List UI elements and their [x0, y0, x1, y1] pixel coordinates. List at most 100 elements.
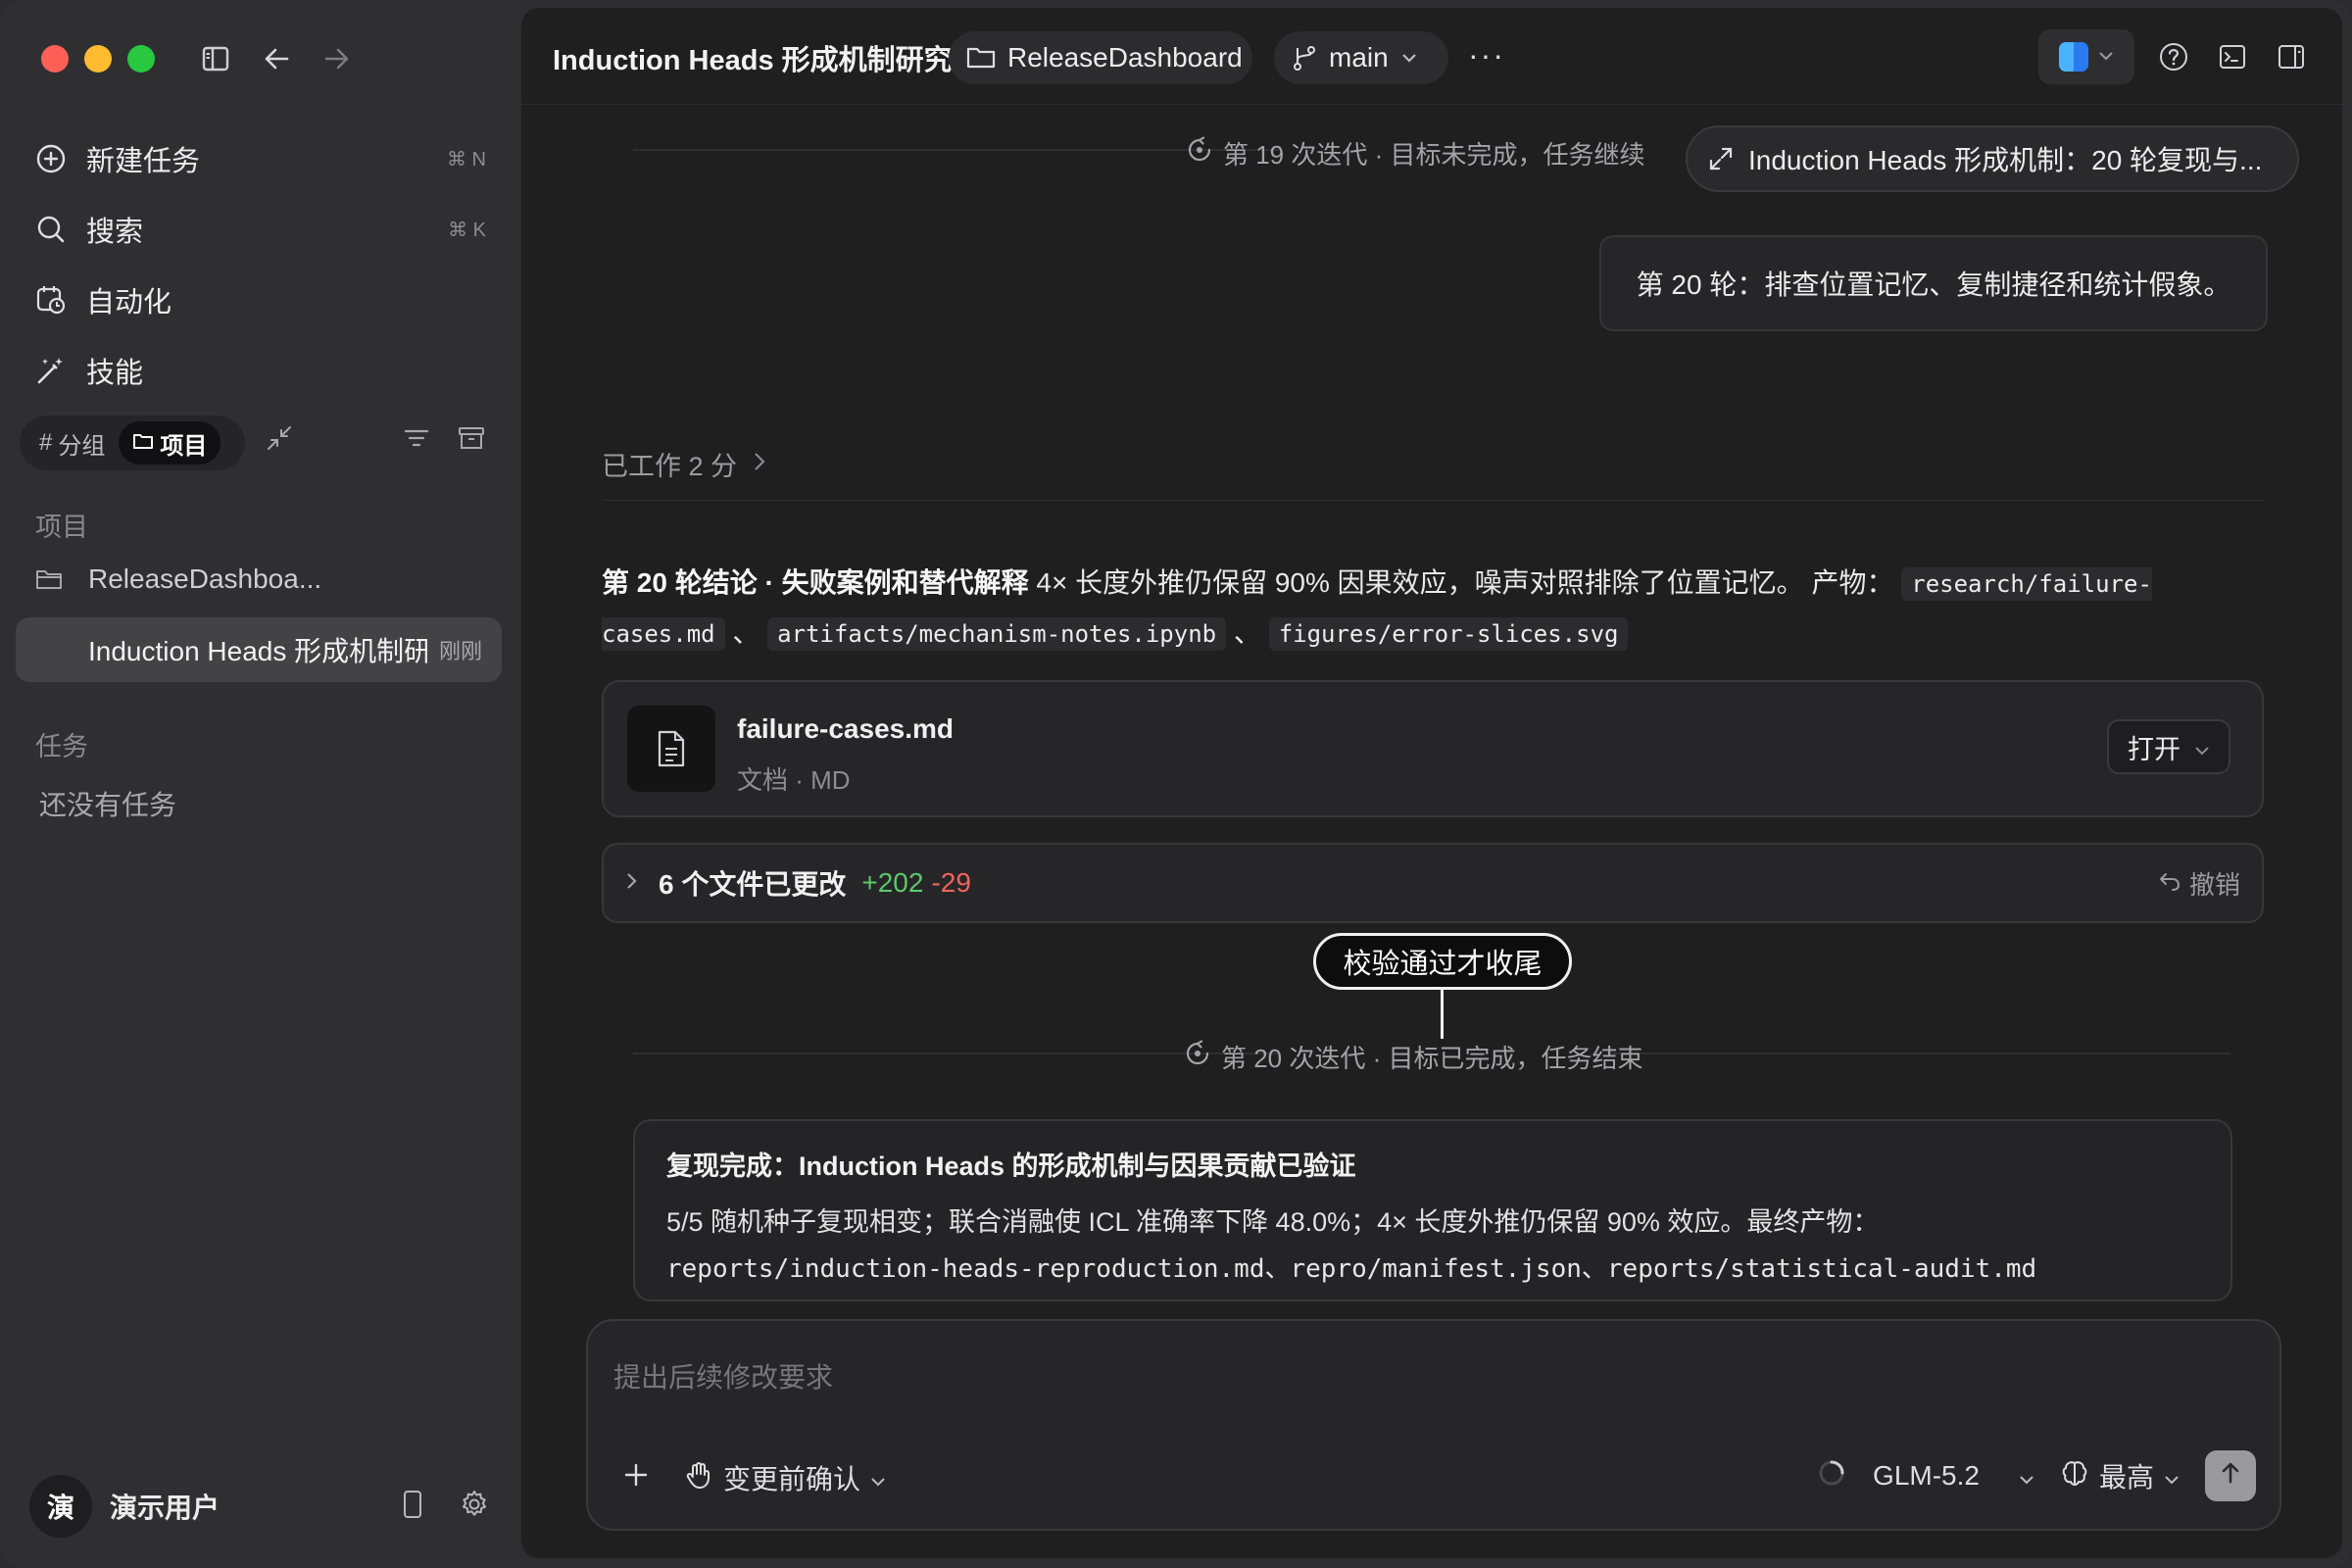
- close-window-button[interactable]: [41, 45, 69, 73]
- folder-name: ReleaseDashboard: [1007, 42, 1243, 73]
- undo-icon: [2158, 868, 2181, 899]
- filter-icon[interactable]: [402, 423, 431, 458]
- chevron-right-icon: [753, 449, 766, 479]
- terminal-icon[interactable]: [2213, 37, 2252, 76]
- search-label: 搜索: [86, 217, 144, 248]
- user-message-text: 第 20 轮：排查位置记忆、复制捷径和统计假象。: [1636, 270, 2231, 300]
- annotation-callout-text: 校验通过才收尾: [1343, 949, 1543, 980]
- toggle-panel-icon[interactable]: [2272, 37, 2311, 76]
- divider: [633, 149, 1280, 151]
- iteration-20-status: 第 20 次迭代 · 目标已完成，任务结束: [1184, 1039, 1642, 1075]
- loading-spinner-icon: [1816, 1457, 1847, 1495]
- loop-icon: [1184, 1040, 1211, 1074]
- artifact-path[interactable]: artifacts/mechanism-notes.ipynb: [767, 617, 1227, 651]
- assistant-conclusion: 第 20 轮结论 · 失败案例和替代解释 4× 长度外推仍保留 90% 因果效应…: [602, 559, 2268, 659]
- chevron-down-icon: [2019, 1460, 2034, 1492]
- automation-label: 自动化: [86, 287, 172, 318]
- main-panel: Induction Heads 形成机制研究 ReleaseDashboard …: [521, 8, 2342, 1558]
- branch-selector[interactable]: main: [1274, 31, 1448, 84]
- sidebar-view-controls: # 分组 项目: [20, 416, 500, 470]
- conclusion-heading: 第 20 轮结论 · 失败案例和替代解释: [602, 567, 1029, 598]
- add-attachment-button[interactable]: [623, 1462, 649, 1494]
- sidebar-item-project-releasedashboard[interactable]: ReleaseDashboa...: [16, 547, 502, 612]
- approval-mode-label: 变更前确认: [723, 1464, 861, 1494]
- gear-icon[interactable]: [459, 1489, 490, 1525]
- separator: 、: [1233, 617, 1261, 648]
- lines-added: +202: [861, 867, 924, 898]
- mobile-device-icon[interactable]: [400, 1489, 425, 1525]
- task-title-pill[interactable]: Induction Heads 形成机制：20 轮复现与...: [1686, 125, 2299, 192]
- file-name: failure-cases.md: [737, 713, 954, 744]
- tasks-section-title: 任务: [35, 732, 88, 761]
- artifact-path[interactable]: figures/error-slices.svg: [1268, 617, 1629, 651]
- composer-input[interactable]: 提出后续修改要求: [613, 1356, 833, 1396]
- lines-removed: -29: [931, 867, 971, 898]
- forward-arrow-icon[interactable]: [318, 39, 357, 78]
- folder-chip[interactable]: ReleaseDashboard: [949, 31, 1252, 84]
- finder-icon: [2059, 42, 2088, 72]
- separator: 、: [732, 617, 760, 648]
- sidebar: 新建任务 ⌘ N 搜索 ⌘ K 自动化 技能 # 分组 项目 项目 Releas…: [0, 0, 519, 1568]
- chevron-down-icon: [1400, 52, 1418, 64]
- toggle-sidebar-icon[interactable]: [196, 39, 235, 78]
- page-title: Induction Heads 形成机制研究: [553, 45, 953, 76]
- task-title-text: Induction Heads 形成机制：20 轮复现与...: [1748, 145, 2263, 175]
- iteration-19-label: 第 19 次迭代 · 目标未完成，任务继续: [1223, 140, 1645, 170]
- file-attachment-card[interactable]: failure-cases.md 文档 · MD 打开: [602, 680, 2264, 817]
- changed-files-label: 6 个文件已更改: [659, 869, 847, 900]
- new-task-button[interactable]: 新建任务 ⌘ N: [18, 123, 502, 194]
- project-view-tab[interactable]: 项目: [119, 421, 221, 465]
- conclusion-text: 4× 长度外推仍保留 90% 因果效应，噪声对照排除了位置记忆。 产物：: [1028, 567, 1894, 598]
- skills-button[interactable]: 技能: [18, 335, 502, 406]
- minimize-window-button[interactable]: [84, 45, 112, 73]
- reasoning-effort-selector[interactable]: 最高: [2060, 1456, 2180, 1495]
- app-window: 新建任务 ⌘ N 搜索 ⌘ K 自动化 技能 # 分组 项目 项目 Releas…: [0, 0, 2352, 1568]
- avatar[interactable]: 演: [29, 1475, 92, 1538]
- send-button[interactable]: [2205, 1450, 2256, 1501]
- file-changes-summary[interactable]: 6 个文件已更改 +202 -29 撤销: [602, 843, 2264, 923]
- approval-mode-selector[interactable]: 变更前确认: [684, 1458, 886, 1497]
- search-icon: [33, 212, 69, 247]
- loop-icon: [1186, 136, 1213, 171]
- zoom-window-button[interactable]: [127, 45, 155, 73]
- skills-label: 技能: [86, 358, 144, 389]
- model-name: GLM-5.2: [1873, 1460, 1980, 1491]
- chevron-right-icon: [625, 870, 639, 897]
- group-view-label: 分组: [58, 432, 106, 460]
- automation-button[interactable]: 自动化: [18, 265, 502, 335]
- user-name: 演示用户: [110, 1493, 220, 1523]
- summary-artifact-paths: reports/induction-heads-reproduction.md、…: [666, 1254, 2037, 1284]
- new-task-label: 新建任务: [86, 146, 201, 177]
- collapse-icon[interactable]: [265, 423, 294, 458]
- group-view-tab[interactable]: # 分组: [25, 421, 119, 465]
- branch-name: main: [1329, 42, 1389, 73]
- back-arrow-icon[interactable]: [257, 39, 296, 78]
- archive-icon[interactable]: [457, 423, 486, 458]
- open-in-finder-button[interactable]: [2038, 29, 2134, 84]
- sidebar-item-project-induction-heads[interactable]: Induction Heads 形成机制研 刚刚: [16, 617, 502, 682]
- worked-duration-toggle[interactable]: 已工作 2 分: [602, 445, 766, 483]
- divider: [633, 1053, 1280, 1054]
- annotation-callout: 校验通过才收尾: [1313, 933, 1572, 990]
- chevron-down-icon: [2164, 1460, 2180, 1492]
- iteration-19-status: 第 19 次迭代 · 目标未完成，任务继续: [1186, 135, 1644, 172]
- expand-icon: [1707, 145, 1735, 172]
- arrow-up-icon: [2218, 1460, 2243, 1493]
- sidebar-nav: 新建任务 ⌘ N 搜索 ⌘ K 自动化 技能: [18, 123, 502, 406]
- hand-icon: [684, 1460, 713, 1496]
- open-file-button[interactable]: 打开: [2107, 719, 2230, 774]
- user-profile: 演 演示用户: [29, 1472, 490, 1541]
- undo-button[interactable]: 撤销: [2158, 865, 2240, 902]
- document-icon: [627, 706, 715, 792]
- help-icon[interactable]: [2154, 37, 2193, 76]
- search-button[interactable]: 搜索 ⌘ K: [18, 194, 502, 265]
- header-actions: [2038, 29, 2311, 84]
- annotation-connector: [1441, 990, 1444, 1039]
- chevron-down-icon: [870, 1462, 886, 1494]
- folder-icon: [35, 568, 69, 590]
- model-selector[interactable]: GLM-5.2: [1873, 1460, 2034, 1492]
- more-options-button[interactable]: ···: [1468, 37, 1505, 74]
- divider: [1607, 1053, 2230, 1054]
- project-timestamp: 刚刚: [438, 639, 482, 663]
- user-message-bubble: 第 20 轮：排查位置记忆、复制捷径和统计假象。: [1599, 235, 2268, 331]
